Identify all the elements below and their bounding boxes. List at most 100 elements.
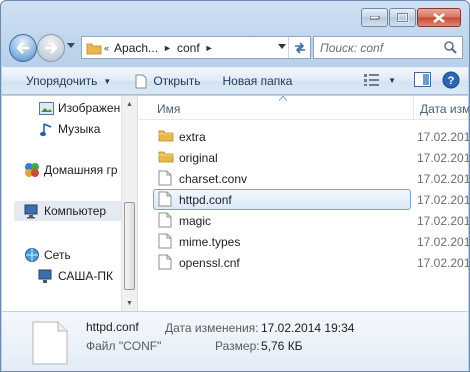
address-bar[interactable]: « Apach... ► conf ► — [81, 36, 311, 59]
document-icon — [158, 170, 172, 189]
file-large-icon — [32, 321, 68, 365]
address-overflow-marker[interactable]: « — [102, 43, 111, 53]
details-modified-label: Дата изменения: — [165, 321, 259, 335]
column-header: Имя Дата изм — [139, 96, 469, 120]
file-row[interactable]: mime.types 17.02.201 — [139, 231, 470, 252]
refresh-icon — [294, 41, 305, 54]
file-date: 17.02.201 — [417, 193, 470, 207]
nav-item-homegroup[interactable]: Домашняя гр — [24, 160, 118, 180]
folder-icon — [158, 128, 174, 145]
nav-item-network[interactable]: Сеть — [24, 245, 71, 265]
details-size-value: 5,76 КБ — [261, 339, 303, 353]
file-list-pane: Имя Дата изм extra 17.02.201 original 17.02… — [139, 96, 470, 311]
address-dropdown-icon[interactable] — [278, 44, 286, 50]
nav-pane-scrollbar[interactable]: ▲ ▼ — [121, 96, 137, 311]
nav-item-pictures[interactable]: Изображен — [38, 98, 120, 118]
view-list-icon — [364, 74, 380, 86]
details-modified-value: 17.02.2014 19:34 — [261, 321, 355, 335]
explorer-window: « Apach... ► conf ► Поиск: conf Упорядоч… — [0, 0, 470, 372]
document-icon — [158, 233, 172, 252]
forward-button[interactable] — [37, 34, 65, 62]
maximize-icon — [396, 12, 408, 22]
close-button[interactable] — [417, 8, 461, 27]
scroll-up-icon[interactable]: ▲ — [122, 96, 137, 112]
nav-item-label: Сеть — [44, 248, 71, 262]
nav-item-label: Компьютер — [44, 204, 107, 218]
minimize-icon — [369, 15, 379, 19]
minimize-button[interactable] — [361, 8, 388, 27]
file-date: 17.02.201 — [417, 172, 470, 186]
file-name: charset.conv — [179, 172, 248, 186]
details-file-type: Файл "CONF" — [86, 339, 162, 353]
maximize-button[interactable] — [389, 8, 416, 27]
file-name: openssl.cnf — [179, 256, 240, 270]
svg-text:?: ? — [448, 75, 455, 87]
file-name: mime.types — [179, 235, 241, 249]
refresh-button[interactable] — [288, 37, 310, 58]
folder-row[interactable]: extra 17.02.201 — [139, 126, 470, 147]
file-name: original — [179, 151, 218, 165]
forward-arrow-icon — [45, 42, 58, 54]
column-divider[interactable] — [413, 96, 414, 120]
caption-buttons — [361, 8, 461, 27]
nav-item-music[interactable]: Музыка — [38, 119, 100, 139]
music-icon — [38, 121, 54, 137]
preview-pane-icon[interactable] — [414, 72, 432, 88]
network-icon — [24, 247, 40, 263]
file-date: 17.02.201 — [417, 151, 470, 165]
homegroup-icon — [24, 162, 40, 178]
computer-icon — [24, 203, 40, 219]
nav-item-label: Музыка — [58, 122, 101, 136]
open-label: Открыть — [153, 74, 201, 88]
file-name: httpd.conf — [179, 193, 232, 207]
scroll-down-icon[interactable]: ▼ — [122, 295, 137, 311]
column-name[interactable]: Имя — [157, 102, 180, 116]
breadcrumb-apache[interactable]: Apach... — [111, 41, 161, 55]
recent-pages-dropdown-icon[interactable] — [67, 43, 75, 49]
scrollbar-thumb[interactable] — [124, 202, 135, 290]
file-row[interactable]: openssl.cnf 17.02.201 — [139, 252, 470, 273]
breadcrumb-conf[interactable]: conf — [174, 41, 203, 55]
nav-item-label: Изображен — [58, 101, 121, 115]
new-folder-button[interactable]: Новая папка — [214, 69, 300, 93]
breadcrumb-separator-icon[interactable]: ► — [161, 43, 174, 53]
back-arrow-icon — [16, 42, 29, 54]
chevron-down-icon: ▼ — [388, 75, 396, 85]
file-name: magic — [179, 214, 212, 228]
details-pane: httpd.conf Файл "CONF" Дата изменения: 1… — [2, 311, 468, 371]
chevron-down-icon: ▼ — [103, 76, 112, 86]
content-area: Изображен Музыка Домашняя гр Компьютер С… — [2, 96, 470, 311]
toolbar-right: ▼ ? — [364, 71, 460, 89]
nav-item-label: Домашняя гр — [44, 163, 118, 177]
file-date: 17.02.201 — [417, 256, 470, 270]
file-date: 17.02.201 — [417, 130, 470, 144]
folder-row[interactable]: original 17.02.201 — [139, 147, 470, 168]
help-icon[interactable]: ? — [442, 71, 460, 89]
nav-item-computer[interactable]: Компьютер — [14, 201, 133, 221]
file-row[interactable]: httpd.conf 17.02.201 — [139, 189, 470, 210]
search-icon[interactable] — [444, 41, 457, 54]
pictures-icon — [38, 100, 54, 116]
document-icon — [158, 191, 172, 210]
file-row[interactable]: magic 17.02.201 — [139, 210, 469, 231]
folder-icon — [158, 149, 174, 166]
organize-label: Упорядочить — [26, 74, 98, 88]
new-folder-label: Новая папка — [222, 74, 293, 88]
address-row: « Apach... ► conf ► Поиск: conf — [7, 34, 463, 62]
document-icon — [158, 254, 172, 273]
file-date: 17.02.201 — [417, 235, 470, 249]
search-input[interactable]: Поиск: conf — [313, 36, 463, 59]
back-button[interactable] — [9, 34, 37, 62]
sort-ascending-icon — [279, 96, 287, 101]
network-pc-icon — [38, 268, 54, 284]
open-button[interactable]: Открыть — [127, 69, 208, 93]
command-bar: Упорядочить ▼ Открыть Новая папка ▼ ? — [2, 67, 468, 95]
navigation-pane: Изображен Музыка Домашняя гр Компьютер С… — [2, 96, 138, 311]
breadcrumb-separator-icon[interactable]: ► — [203, 43, 216, 53]
document-icon — [158, 212, 172, 231]
nav-item-network-pc[interactable]: САША-ПК — [38, 266, 113, 286]
organize-button[interactable]: Упорядочить ▼ — [18, 69, 119, 93]
view-options-button[interactable]: ▼ — [364, 74, 396, 86]
column-date-modified[interactable]: Дата изм — [420, 102, 469, 116]
file-row[interactable]: charset.conv 17.02.201 — [139, 168, 470, 189]
